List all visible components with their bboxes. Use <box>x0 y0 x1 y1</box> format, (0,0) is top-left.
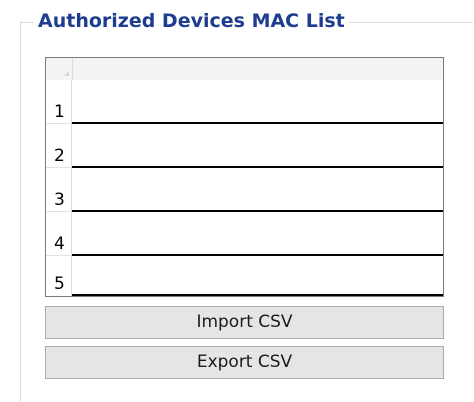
mac-address-cell[interactable] <box>72 212 443 256</box>
row-number: 2 <box>54 146 65 166</box>
import-csv-button[interactable]: Import CSV <box>45 306 444 339</box>
table-row[interactable]: 2 <box>46 124 443 168</box>
column-header[interactable] <box>73 58 443 79</box>
grid-header <box>46 58 443 81</box>
mac-list-grid[interactable]: 1 2 3 4 5 <box>45 57 444 297</box>
mac-address-cell[interactable] <box>72 256 443 296</box>
export-csv-button[interactable]: Export CSV <box>45 346 444 379</box>
row-header[interactable]: 1 <box>46 80 72 124</box>
group-title: Authorized Devices MAC List <box>34 9 349 33</box>
row-number: 5 <box>54 274 65 294</box>
mac-address-cell[interactable] <box>72 124 443 168</box>
row-header[interactable]: 2 <box>46 124 72 168</box>
table-row[interactable]: 4 <box>46 212 443 256</box>
mac-address-cell[interactable] <box>72 168 443 212</box>
row-header[interactable]: 3 <box>46 168 72 212</box>
table-row[interactable]: 5 <box>46 256 443 296</box>
select-all-corner-cell[interactable] <box>46 58 73 79</box>
table-row[interactable]: 3 <box>46 168 443 212</box>
row-header[interactable]: 4 <box>46 212 72 256</box>
row-number: 1 <box>54 102 65 122</box>
row-number: 4 <box>54 234 65 254</box>
table-row[interactable]: 1 <box>46 80 443 124</box>
select-all-triangle-icon <box>64 71 69 76</box>
mac-address-cell[interactable] <box>72 80 443 124</box>
row-number: 3 <box>54 190 65 210</box>
row-header[interactable]: 5 <box>46 256 72 296</box>
